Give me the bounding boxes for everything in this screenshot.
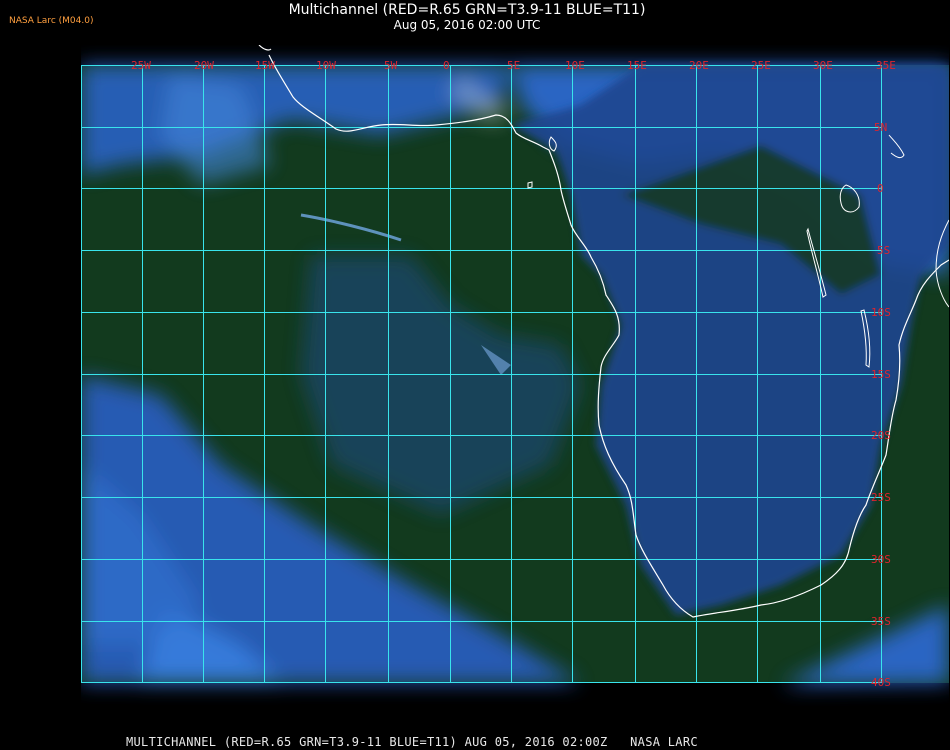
satellite-map: 25W 20W 15W 10W 5W 0 5E 10E 15E 20E 25E … [81,45,949,727]
lon-label-5e: 5E [507,59,520,72]
lon-label-25e: 25E [751,59,771,72]
lat-label-25s: 25S [871,491,891,504]
lat-label-0: 0 [877,182,884,195]
lat-label-10s: 10S [871,306,891,319]
lon-label-10w: 10W [316,59,336,72]
lat-label-30s: 30S [871,553,891,566]
lon-label-15w: 15W [255,59,275,72]
lon-label-15e: 15E [627,59,647,72]
lat-label-5s: 5S [877,244,890,257]
lat-label-15s: 15S [871,368,891,381]
lat-label-40s: 40S [871,676,891,689]
lon-label-20e: 20E [689,59,709,72]
map-svg: 25W 20W 15W 10W 5W 0 5E 10E 15E 20E 25E … [81,45,949,689]
lon-label-35e: 35E [876,59,896,72]
image-title: Multichannel (RED=R.65 GRN=T3.9-11 BLUE=… [288,2,646,18]
lon-label-20w: 20W [194,59,214,72]
lon-label-5w: 5W [384,59,398,72]
lat-label-20s: 20S [871,429,891,442]
lon-label-10e: 10E [565,59,585,72]
image-timestamp: Aug 05, 2016 02:00 UTC [393,18,541,32]
lat-label-5n: 5N [874,121,887,134]
lat-label-35s: 35S [871,615,891,628]
lon-label-0: 0 [443,59,450,72]
footer-caption: MULTICHANNEL (RED=R.65 GRN=T3.9-11 BLUE=… [126,735,698,749]
lon-label-30e: 30E [813,59,833,72]
lon-label-25w: 25W [131,59,151,72]
